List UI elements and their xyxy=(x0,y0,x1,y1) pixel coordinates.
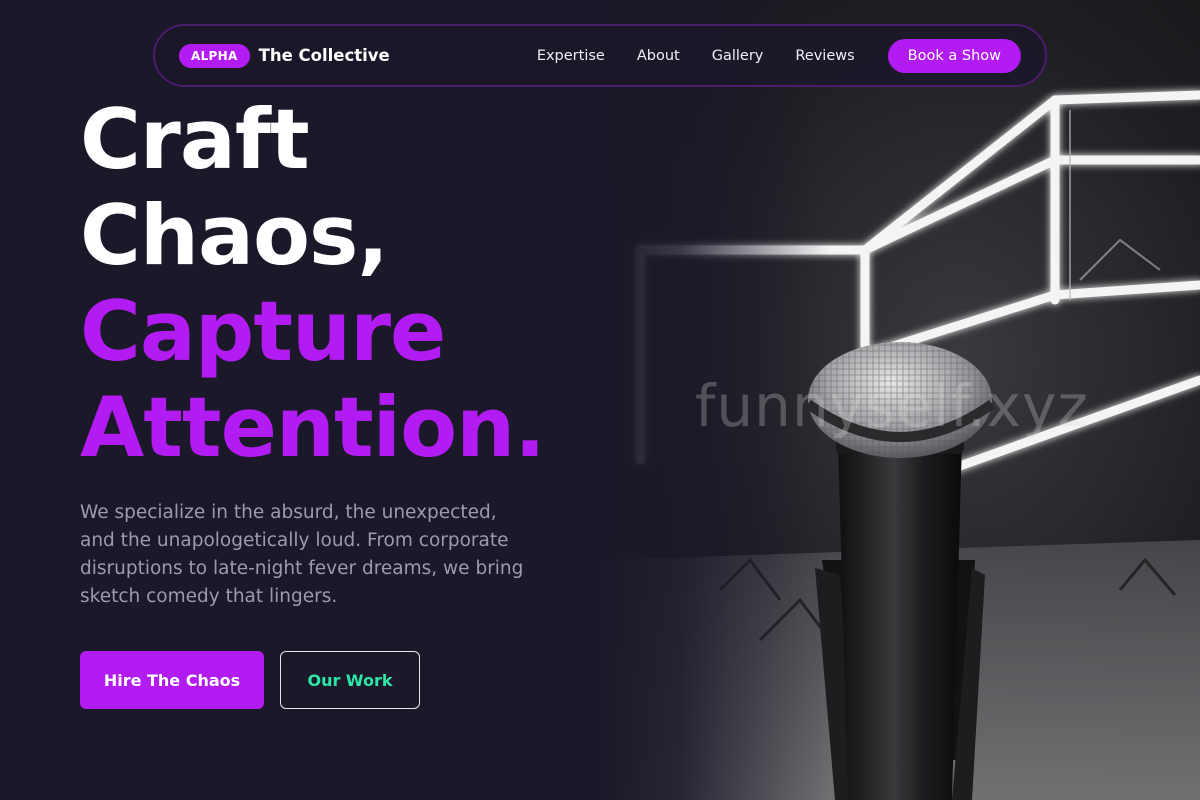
headline-line-4: Attention. xyxy=(80,379,546,476)
hero-description: We specialize in the absurd, the unexpec… xyxy=(80,502,524,607)
hero-image: SHURE funnyself.xyz xyxy=(600,0,1200,800)
headline-line-1: Craft xyxy=(80,91,310,188)
nav-links: Expertise About Gallery Reviews Book a S… xyxy=(537,38,1021,73)
watermark-text: funnyself.xyz xyxy=(695,372,1089,440)
nav-link-gallery[interactable]: Gallery xyxy=(712,48,764,64)
nav-link-reviews[interactable]: Reviews xyxy=(795,48,854,64)
hire-the-chaos-button[interactable]: Hire The Chaos xyxy=(80,651,264,709)
brand-badge[interactable]: ALPHA xyxy=(179,43,250,68)
book-a-show-button[interactable]: Book a Show xyxy=(887,38,1021,73)
brand-name[interactable]: The Collective xyxy=(259,46,390,65)
our-work-button[interactable]: Our Work xyxy=(280,651,420,709)
headline-line-2: Chaos, xyxy=(80,187,389,284)
headline-line-3: Capture xyxy=(80,283,446,380)
nav-link-about[interactable]: About xyxy=(637,48,680,64)
hero-headline: Craft Chaos, Capture Attention. xyxy=(80,91,546,476)
nav-link-expertise[interactable]: Expertise xyxy=(537,48,605,64)
top-navbar: ALPHA The Collective Expertise About Gal… xyxy=(153,24,1047,87)
page: SHURE funnyself.xyz ALPHA The Collective… xyxy=(0,0,1200,800)
